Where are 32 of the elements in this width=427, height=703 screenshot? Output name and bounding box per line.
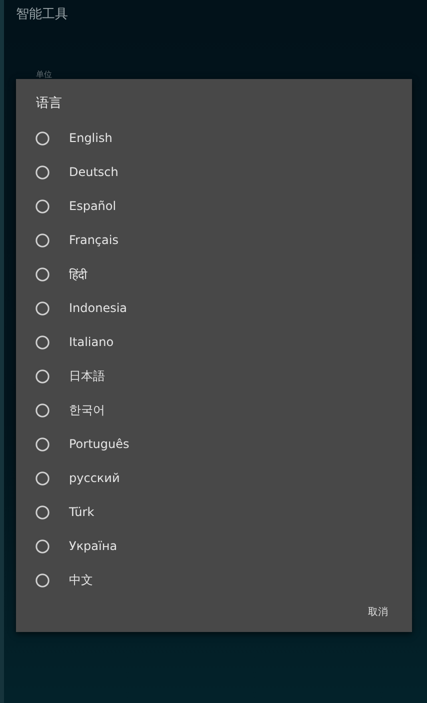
radio-button[interactable]	[35, 470, 50, 486]
radio-button[interactable]	[35, 164, 50, 180]
radio-button[interactable]	[35, 266, 50, 282]
radio-button[interactable]	[35, 504, 50, 520]
app-title: 智能工具	[15, 6, 69, 24]
language-option[interactable]: Français	[16, 223, 412, 257]
dialog-title: 语言	[36, 95, 62, 113]
language-option[interactable]: Português	[16, 427, 412, 461]
radio-button[interactable]	[35, 368, 50, 384]
section-label: 单位	[36, 70, 53, 79]
radio-button[interactable]	[35, 198, 50, 214]
language-option[interactable]: Україна	[16, 529, 412, 563]
language-option[interactable]: Indonesia	[16, 291, 412, 325]
radio-button[interactable]	[35, 436, 50, 452]
language-option[interactable]: Italiano	[16, 325, 412, 359]
radio-button[interactable]	[35, 538, 50, 554]
language-option[interactable]: 한국어	[16, 393, 412, 427]
language-option[interactable]: 中文	[16, 563, 412, 597]
radio-button[interactable]	[35, 402, 50, 418]
language-option[interactable]: русский	[16, 461, 412, 495]
language-option[interactable]: 日本語	[16, 359, 412, 393]
radio-button[interactable]	[35, 572, 50, 588]
language-option[interactable]: Deutsch	[16, 155, 412, 189]
language-option[interactable]: English	[16, 121, 412, 155]
language-option[interactable]: Türk	[16, 495, 412, 529]
language-option[interactable]: हिंदी	[16, 257, 412, 291]
language-option[interactable]: Español	[16, 189, 412, 223]
radio-button[interactable]	[35, 130, 50, 146]
cancel-button[interactable]: 取消	[368, 603, 388, 621]
radio-button[interactable]	[35, 232, 50, 248]
radio-button[interactable]	[35, 334, 50, 350]
radio-button[interactable]	[35, 300, 50, 316]
